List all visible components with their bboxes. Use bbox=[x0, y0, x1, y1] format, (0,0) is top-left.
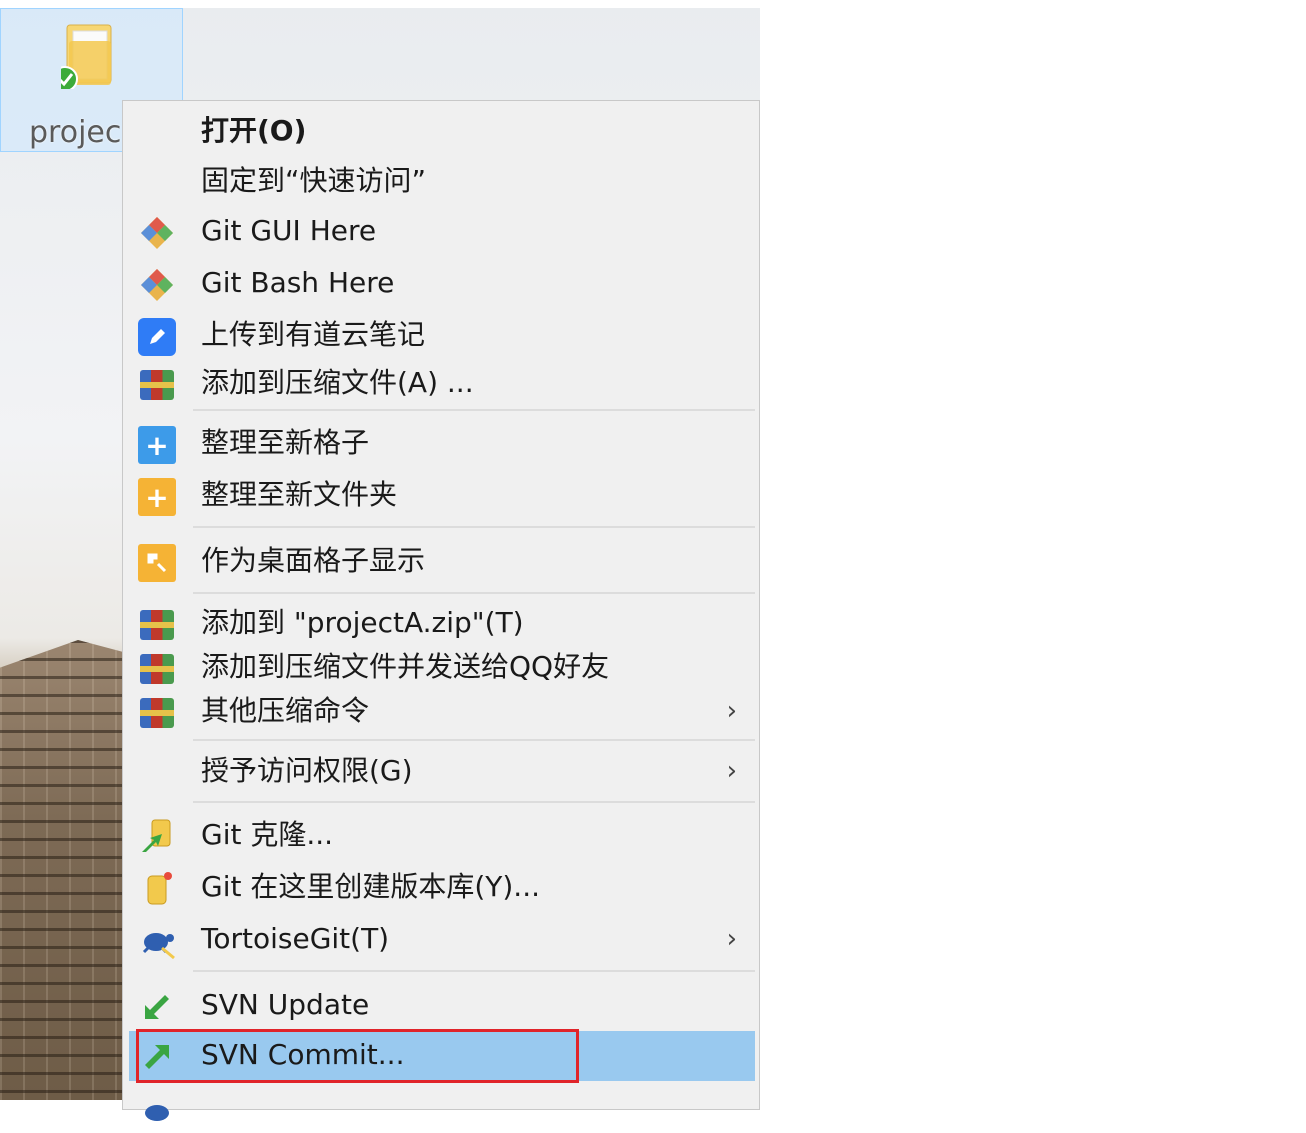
menu-item-label: 添加到压缩文件(A) ... bbox=[201, 366, 474, 399]
menu-item-new-grid[interactable]: + 整理至新格子 bbox=[129, 419, 755, 467]
menu-item-other-compress[interactable]: 其他压缩命令 › bbox=[129, 687, 755, 735]
submenu-arrow-icon: › bbox=[726, 696, 737, 726]
menu-item-label: 添加到压缩文件并发送给QQ好友 bbox=[201, 650, 610, 683]
menu-item-git-clone[interactable]: Git 克隆... bbox=[129, 811, 755, 859]
archive-icon bbox=[137, 365, 177, 405]
menu-item-git-bash-here[interactable]: Git Bash Here bbox=[129, 259, 755, 307]
folder-name: projec bbox=[29, 115, 122, 150]
svn-update-icon bbox=[137, 987, 177, 1027]
menu-item-label: 授予访问权限(G) bbox=[201, 754, 413, 787]
folder-icon bbox=[61, 24, 112, 89]
plus-orange-icon: + bbox=[137, 477, 177, 517]
desktop-grid-icon bbox=[137, 543, 177, 583]
menu-item-label: 作为桌面格子显示 bbox=[201, 544, 426, 577]
menu-item-label: 添加到 "projectA.zip"(T) bbox=[201, 606, 524, 639]
git-clone-icon bbox=[137, 817, 177, 857]
menu-separator bbox=[193, 970, 755, 972]
youdao-note-icon bbox=[137, 317, 177, 357]
menu-item-svn-update[interactable]: SVN Update bbox=[129, 981, 755, 1029]
menu-item-label: 固定到“快速访问” bbox=[201, 164, 427, 197]
menu-item-label: SVN Update bbox=[201, 988, 370, 1021]
menu-item-git-gui-here[interactable]: Git GUI Here bbox=[129, 207, 755, 255]
menu-item-label: 打开(O) bbox=[201, 114, 307, 147]
archive-icon bbox=[137, 693, 177, 733]
menu-item-label: 上传到有道云笔记 bbox=[201, 318, 426, 351]
menu-item-label: Git 克隆... bbox=[201, 818, 334, 851]
menu-item-label: TortoiseGit(T) bbox=[201, 922, 390, 955]
menu-item-add-to-zip[interactable]: 添加到 "projectA.zip"(T) bbox=[129, 599, 755, 647]
menu-item-new-folder[interactable]: + 整理至新文件夹 bbox=[129, 471, 755, 519]
submenu-arrow-icon: › bbox=[726, 756, 737, 786]
tortoisegit-icon bbox=[137, 921, 177, 961]
tortoisesvn-icon bbox=[137, 1091, 177, 1131]
menu-item-label: 其他压缩命令 bbox=[201, 694, 370, 727]
desktop-top-strip bbox=[0, 0, 760, 8]
archive-icon bbox=[137, 649, 177, 689]
annotation-highlight-box bbox=[136, 1029, 579, 1083]
git-create-repo-icon bbox=[137, 869, 177, 909]
menu-item-add-to-archive[interactable]: 添加到压缩文件(A) ... bbox=[129, 359, 755, 407]
menu-item-label: Git 在这里创建版本库(Y)... bbox=[201, 870, 541, 903]
menu-separator bbox=[193, 592, 755, 594]
menu-item-partial-next[interactable] bbox=[129, 1085, 755, 1133]
menu-item-label: 整理至新文件夹 bbox=[201, 478, 398, 511]
git-gui-icon bbox=[137, 213, 177, 253]
menu-separator bbox=[193, 801, 755, 803]
menu-item-pin-quick-access[interactable]: 固定到“快速访问” bbox=[129, 157, 755, 205]
menu-item-label: Git Bash Here bbox=[201, 266, 395, 299]
menu-separator bbox=[193, 526, 755, 528]
menu-item-open[interactable]: 打开(O) bbox=[129, 107, 755, 155]
menu-separator bbox=[193, 409, 755, 411]
menu-item-tortoisegit[interactable]: TortoiseGit(T) › bbox=[129, 915, 755, 963]
menu-item-archive-send-qq[interactable]: 添加到压缩文件并发送给QQ好友 bbox=[129, 643, 755, 691]
menu-item-desktop-grid[interactable]: 作为桌面格子显示 bbox=[129, 537, 755, 585]
submenu-arrow-icon: › bbox=[726, 924, 737, 954]
context-menu: 打开(O) 固定到“快速访问” Git GUI Here Git Bash He… bbox=[122, 100, 760, 1121]
wallpaper-stairs bbox=[0, 640, 130, 1100]
menu-item-upload-youdao[interactable]: 上传到有道云笔记 bbox=[129, 311, 755, 359]
plus-blue-icon: + bbox=[137, 425, 177, 465]
archive-icon bbox=[137, 605, 177, 645]
menu-separator bbox=[193, 739, 755, 741]
menu-item-git-create-repo[interactable]: Git 在这里创建版本库(Y)... bbox=[129, 863, 755, 911]
menu-item-label: 整理至新格子 bbox=[201, 426, 370, 459]
menu-item-label: Git GUI Here bbox=[201, 214, 377, 247]
menu-item-grant-access[interactable]: 授予访问权限(G) › bbox=[129, 747, 755, 795]
git-bash-icon bbox=[137, 265, 177, 305]
